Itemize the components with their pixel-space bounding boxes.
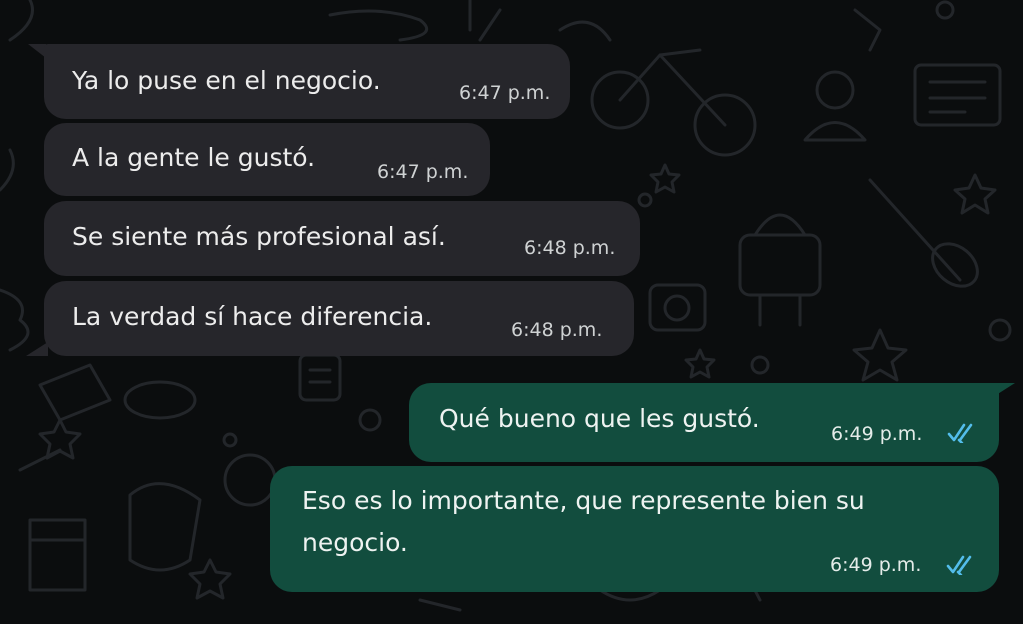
double-check-icon [947, 423, 973, 443]
message-bubble-incoming[interactable]: La verdad sí hace diferencia. 6:48 p.m. [44, 281, 634, 356]
message-timestamp: 6:47 p.m. [459, 82, 551, 104]
message-text: Qué bueno que les gustó. [439, 404, 760, 433]
bubble-tail [26, 342, 48, 356]
message-text: Eso es lo importante, que represente bie… [302, 486, 865, 557]
message-bubble-incoming[interactable]: Se siente más profesional así. 6:48 p.m. [44, 201, 640, 276]
message-bubble-outgoing[interactable]: Qué bueno que les gustó. 6:49 p.m. [409, 383, 999, 462]
message-timestamp: 6:48 p.m. [511, 319, 603, 341]
message-timestamp: 6:47 p.m. [377, 161, 469, 183]
message-text: A la gente le gustó. [72, 143, 316, 172]
message-timestamp: 6:49 p.m. [830, 554, 922, 576]
message-bubble-incoming[interactable]: A la gente le gustó. 6:47 p.m. [44, 123, 490, 196]
message-text: Se siente más profesional así. [72, 222, 446, 251]
message-timestamp: 6:49 p.m. [831, 423, 923, 445]
message-timestamp: 6:48 p.m. [524, 237, 616, 259]
message-text: La verdad sí hace diferencia. [72, 302, 433, 331]
message-bubble-incoming[interactable]: Ya lo puse en el negocio. 6:47 p.m. [44, 44, 570, 119]
double-check-icon [946, 555, 972, 575]
message-text: Ya lo puse en el negocio. [72, 66, 381, 95]
message-bubble-outgoing[interactable]: Eso es lo importante, que represente bie… [270, 466, 999, 592]
